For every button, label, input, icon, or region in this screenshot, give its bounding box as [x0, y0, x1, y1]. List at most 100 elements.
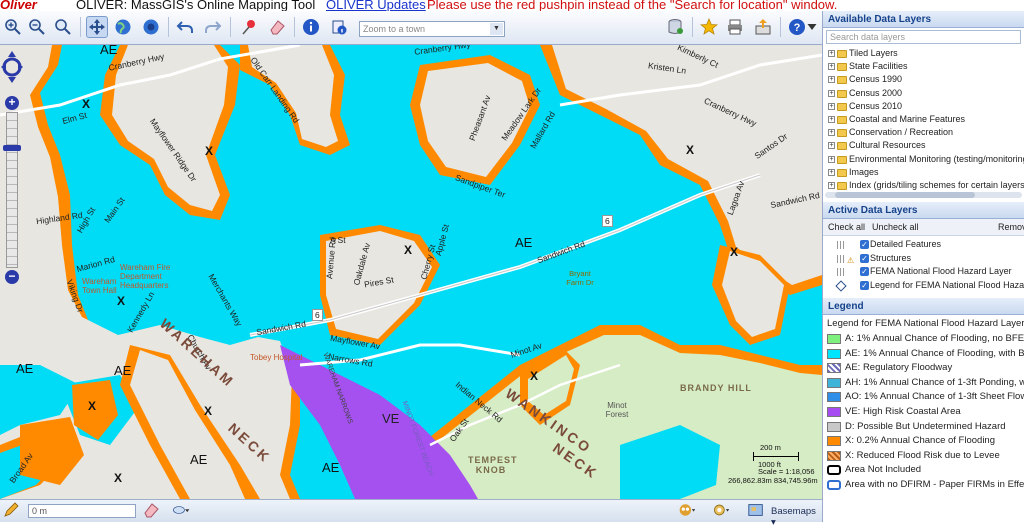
expand-icon[interactable]: + [828, 76, 835, 84]
eraser-icon[interactable] [142, 501, 160, 519]
measure-value: 0 m [32, 506, 48, 516]
zoom-to-town-select[interactable]: Zoom to a town ▼ [359, 21, 505, 37]
expand-icon[interactable]: + [828, 115, 835, 123]
chevron-down-icon[interactable]: ▼ [490, 23, 503, 35]
tree-item-label: Census 2000 [849, 87, 903, 98]
magnify-icon[interactable] [52, 16, 74, 38]
pan-arrows-icon[interactable] [1, 50, 23, 84]
tree-item[interactable]: + Conservation / Recreation [823, 126, 1024, 139]
chevron-down-icon[interactable] [806, 16, 818, 38]
polygon-icon [835, 279, 847, 292]
zoom-out-icon[interactable] [26, 16, 48, 38]
tree-item-label: Conservation / Recreation [849, 127, 954, 138]
map-canvas[interactable]: AE AE AE AE AE AE VE AE X X X X X X X X … [0, 45, 822, 499]
active-layer-item[interactable]: ✓ Detailed Features [823, 238, 1024, 252]
route-shield: 6 [312, 309, 323, 321]
tree-item[interactable]: + Coastal and Marine Features [823, 113, 1024, 126]
tree-item-label: Tiled Layers [849, 48, 898, 58]
pushpin-icon[interactable] [238, 16, 260, 38]
legend-swatch [827, 363, 841, 374]
legend-swatch [827, 348, 841, 359]
drag-handle-icon[interactable] [837, 254, 845, 263]
tree-item[interactable]: + Index (grids/tiling schemes for certain… [823, 179, 1024, 192]
active-layer-item[interactable]: ✓ FEMA National Flood Hazard Layer [823, 265, 1024, 279]
tree-scrollbar[interactable] [825, 192, 1022, 198]
tree-item-label: Environmental Monitoring (testing/monito… [849, 153, 1024, 164]
tree-item[interactable]: + Census 2000 [823, 87, 1024, 100]
pushpin-notice: Please use the red pushpin instead of th… [427, 0, 838, 11]
basemaps-button[interactable]: Basemaps ▾ [771, 506, 822, 528]
checkbox-checked-icon[interactable]: ✓ [860, 280, 869, 290]
info-icon[interactable] [300, 16, 322, 38]
tree-item[interactable]: + Census 2010 [823, 100, 1024, 113]
shape-dropdown-icon[interactable] [168, 501, 194, 519]
expand-icon[interactable]: + [828, 155, 835, 163]
expand-icon[interactable]: + [828, 89, 835, 97]
tree-item-label: State Facilities [849, 61, 908, 72]
active-layer-item[interactable]: ⚠ ✓ Structures [823, 252, 1024, 266]
map-toolbar: Zoom to a town ▼ ? [0, 11, 822, 45]
identify-icon[interactable] [328, 16, 350, 38]
expand-icon[interactable]: + [828, 50, 835, 57]
zone-label-x: X [686, 143, 695, 157]
search-layers-input[interactable]: Search data layers [826, 30, 1021, 44]
zoom-in-icon[interactable] [2, 16, 24, 38]
settings-icon[interactable] [710, 501, 732, 519]
redo-icon[interactable] [202, 16, 224, 38]
zoom-slider-thumb[interactable] [3, 145, 21, 151]
globe-fill-icon[interactable] [140, 16, 162, 38]
expand-icon[interactable]: + [828, 181, 835, 189]
zoom-out-button[interactable]: − [5, 270, 19, 284]
legend-item: X: 0.2% Annual Chance of Flooding [823, 434, 1024, 449]
measure-field[interactable]: 0 m [28, 504, 136, 518]
tree-item-label: Index (grids/tiling schemes for certain … [849, 179, 1024, 190]
drag-handle-icon[interactable] [837, 268, 845, 276]
checkbox-checked-icon[interactable]: ✓ [860, 267, 869, 276]
oliver-updates-link[interactable]: OLIVER Updates [326, 0, 426, 11]
legend-swatch [827, 421, 841, 432]
legend-item: AO: 1% Annual Chance of 1-3ft Sheet Flow… [823, 390, 1024, 405]
legend-header: Legend [823, 298, 1024, 315]
pencil-icon[interactable] [2, 501, 20, 519]
expand-icon[interactable]: + [828, 168, 835, 176]
tree-item[interactable]: + Environmental Monitoring (testing/monit… [823, 153, 1024, 166]
expand-icon[interactable]: + [828, 63, 835, 71]
tree-item[interactable]: + State Facilities [823, 60, 1024, 73]
zone-label-x: X [204, 404, 213, 418]
export-icon[interactable] [752, 16, 774, 38]
eraser-icon[interactable] [266, 16, 288, 38]
active-layer-item[interactable]: ✓Legend for FEMA National Flood Hazard L… [823, 279, 1024, 293]
expand-icon[interactable]: + [828, 142, 835, 150]
basemaps-label: Basemaps [771, 506, 816, 517]
print-icon[interactable] [724, 16, 746, 38]
help-icon[interactable]: ? [786, 16, 808, 38]
checkbox-checked-icon[interactable]: ✓ [860, 240, 869, 249]
check-all-button[interactable]: Check all [828, 222, 865, 232]
zone-label-ae: AE [190, 452, 208, 467]
owl-icon[interactable] [676, 501, 698, 519]
remove-button[interactable]: Remove [998, 222, 1024, 232]
tree-item[interactable]: + Census 1990 [823, 73, 1024, 86]
tree-item[interactable]: + Images [823, 166, 1024, 179]
zoom-slider[interactable] [6, 112, 18, 268]
pan-icon[interactable] [86, 16, 108, 38]
drag-handle-icon[interactable] [837, 241, 845, 249]
star-icon[interactable] [698, 16, 720, 38]
zone-label-ae: AE [515, 235, 533, 250]
database-icon[interactable] [664, 16, 686, 38]
basemaps-icon[interactable] [746, 501, 766, 519]
uncheck-all-button[interactable]: Uncheck all [872, 222, 919, 232]
tree-item[interactable]: + Tiled Layers [823, 47, 1024, 60]
zoom-in-button[interactable]: + [5, 96, 19, 110]
folder-icon [837, 89, 847, 98]
place-wareham-fire: Wareham Fire Department Headquarters [120, 263, 171, 290]
tree-item[interactable]: + Cultural Resources [823, 139, 1024, 152]
folder-icon [837, 50, 847, 58]
zone-label-x: X [88, 399, 97, 413]
expand-icon[interactable]: + [828, 102, 835, 110]
undo-icon[interactable] [174, 16, 196, 38]
place-bryant-farm: Bryant Farm Dr [566, 269, 594, 287]
expand-icon[interactable]: + [828, 129, 835, 137]
checkbox-checked-icon[interactable]: ✓ [860, 253, 869, 263]
globe-icon[interactable] [112, 16, 134, 38]
